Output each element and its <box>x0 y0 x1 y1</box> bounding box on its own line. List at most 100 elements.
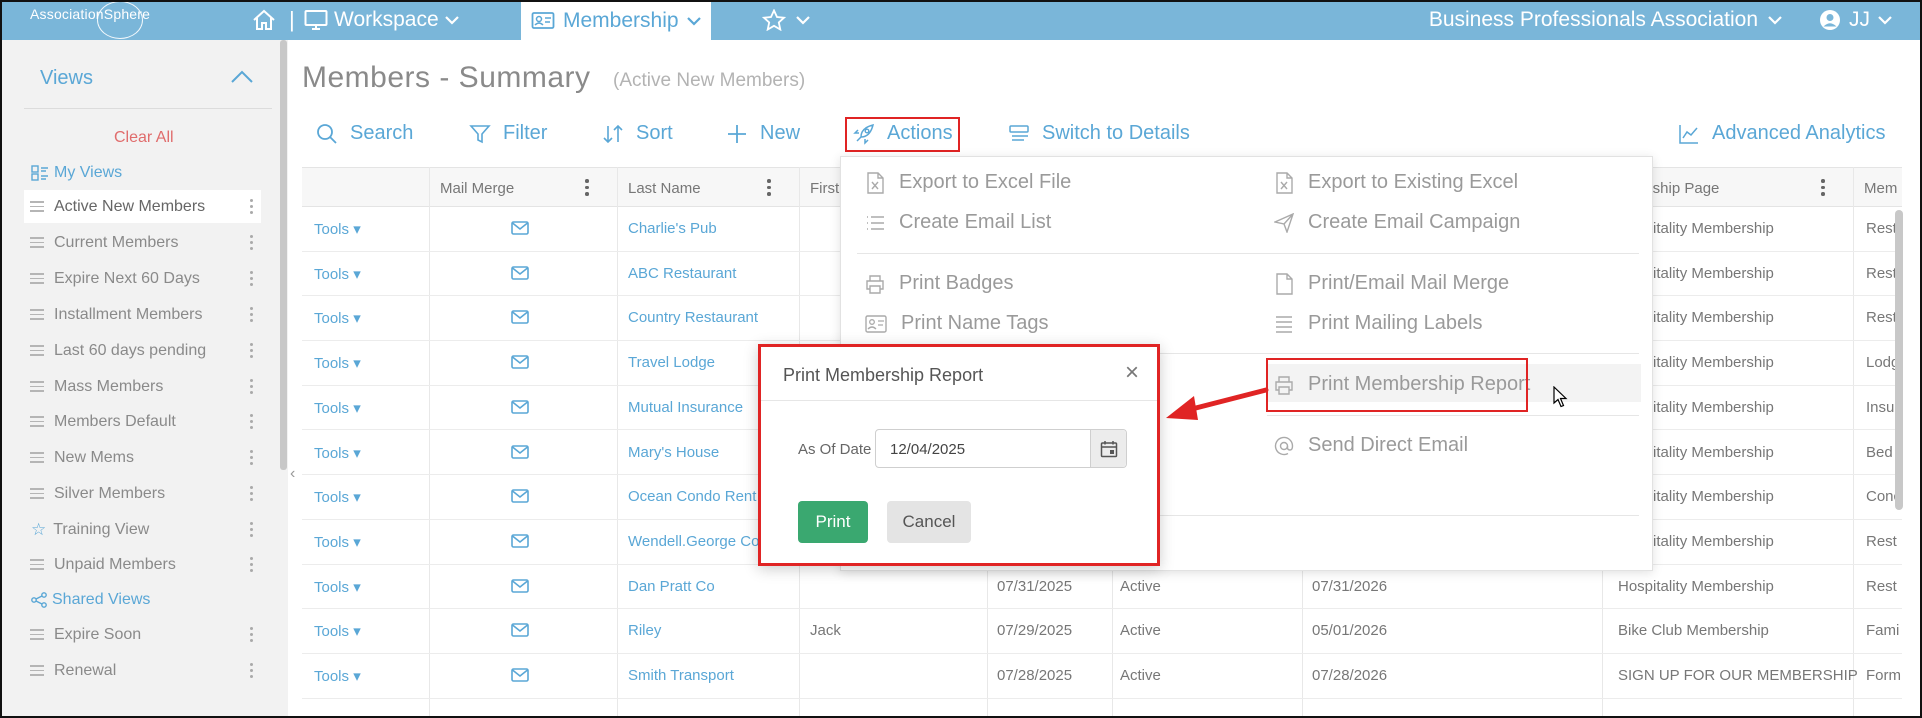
more-options-icon[interactable] <box>250 343 253 358</box>
menu-print-email-mail-merge[interactable]: Print/Email Mail Merge <box>1274 272 1509 295</box>
tools-dropdown[interactable]: Tools ▾ <box>314 622 361 640</box>
switch-to-details-button[interactable]: Switch to Details <box>1008 122 1190 145</box>
collapse-sidebar-icon[interactable]: ‹ <box>290 465 295 483</box>
view-item-silver-members[interactable]: Silver Members <box>24 477 261 510</box>
mail-icon[interactable] <box>511 399 529 414</box>
menu-create-email-list[interactable]: Create Email List <box>865 211 1051 234</box>
print-button[interactable]: Print <box>798 501 868 543</box>
as-of-date-field[interactable]: 12/04/2025 <box>875 429 1127 468</box>
view-item-renewal[interactable]: Renewal <box>24 654 261 687</box>
search-button[interactable]: Search <box>316 122 413 145</box>
tools-dropdown[interactable]: Tools ▾ <box>314 578 361 596</box>
col-mail-merge[interactable]: Mail Merge <box>440 180 514 197</box>
table-scrollbar[interactable] <box>1895 210 1903 510</box>
last-name-link[interactable]: Ocean Condo Rent <box>628 488 756 505</box>
last-name-link[interactable]: Wendell.George Co <box>628 533 759 550</box>
tools-dropdown[interactable]: Tools ▾ <box>314 444 361 462</box>
menu-export-existing-excel[interactable]: Export to Existing Excel <box>1274 171 1518 194</box>
tools-dropdown[interactable]: Tools ▾ <box>314 399 361 417</box>
view-item-active-new-members[interactable]: Active New Members <box>24 190 261 223</box>
membership-tab[interactable]: Membership <box>521 2 711 40</box>
col-first-name[interactable]: First <box>810 180 839 197</box>
advanced-analytics-button[interactable]: Advanced Analytics <box>1678 122 1885 145</box>
drag-handle-icon[interactable] <box>30 452 44 463</box>
more-options-icon[interactable] <box>250 307 253 322</box>
view-item-unpaid-members[interactable]: Unpaid Members <box>24 548 261 581</box>
drag-handle-icon[interactable] <box>30 629 44 640</box>
mail-icon[interactable] <box>511 444 529 459</box>
workspace-menu[interactable]: Workspace <box>304 0 459 40</box>
clear-all-link[interactable]: Clear All <box>114 129 174 147</box>
mail-icon[interactable] <box>511 534 529 548</box>
drag-handle-icon[interactable] <box>30 381 44 392</box>
view-item-expire-next-60-days[interactable]: Expire Next 60 Days <box>24 262 261 295</box>
view-item-training-view[interactable]: ☆ Training View <box>24 513 261 546</box>
mail-icon[interactable] <box>511 489 529 503</box>
menu-print-badges[interactable]: Print Badges <box>865 272 1014 295</box>
sidebar-scrollbar[interactable] <box>280 40 287 470</box>
last-name-link[interactable]: Riley <box>628 622 661 639</box>
user-menu[interactable]: JJ <box>1819 0 1892 40</box>
last-name-link[interactable]: ABC Restaurant <box>628 265 736 282</box>
tools-dropdown[interactable]: Tools ▾ <box>314 488 361 506</box>
view-item-last-60-days-pending[interactable]: Last 60 days pending <box>24 334 261 367</box>
tools-dropdown[interactable]: Tools ▾ <box>314 220 361 238</box>
more-options-icon[interactable] <box>250 522 253 537</box>
column-menu-icon[interactable] <box>1821 179 1825 196</box>
views-header[interactable]: Views <box>40 67 93 90</box>
drag-handle-icon[interactable] <box>30 559 44 570</box>
shared-views-group[interactable]: Shared Views <box>31 591 150 609</box>
tools-dropdown[interactable]: Tools ▾ <box>314 354 361 372</box>
menu-create-email-campaign[interactable]: Create Email Campaign <box>1274 211 1520 234</box>
chevron-up-icon[interactable] <box>231 70 253 84</box>
drag-handle-icon[interactable] <box>30 237 44 248</box>
close-icon[interactable]: × <box>1125 361 1139 385</box>
last-name-link[interactable]: Mutual Insurance <box>628 399 743 416</box>
view-item-members-default[interactable]: Members Default <box>24 405 261 438</box>
my-views-group[interactable]: My Views <box>31 164 122 182</box>
more-options-icon[interactable] <box>250 271 253 286</box>
filter-button[interactable]: Filter <box>469 122 547 145</box>
menu-print-name-tags[interactable]: Print Name Tags <box>865 312 1048 335</box>
view-item-expire-soon[interactable]: Expire Soon <box>24 618 261 651</box>
more-options-icon[interactable] <box>250 557 253 572</box>
column-menu-icon[interactable] <box>585 179 589 196</box>
table-row[interactable]: Tools ▾ Smith Transport 07/28/2025 Activ… <box>302 654 1902 699</box>
mail-icon[interactable] <box>511 355 529 369</box>
drag-handle-icon[interactable] <box>30 416 44 427</box>
view-item-current-members[interactable]: Current Members <box>24 226 261 259</box>
last-name-link[interactable]: Smith Transport <box>628 667 734 684</box>
mail-icon[interactable] <box>511 310 529 325</box>
mail-icon[interactable] <box>511 578 529 593</box>
last-name-link[interactable]: Country Restaurant <box>628 309 758 326</box>
table-row[interactable]: Tools ▾ Riley Jack 07/29/2025 Active 05/… <box>302 609 1902 654</box>
menu-export-excel[interactable]: Export to Excel File <box>865 171 1071 194</box>
tools-dropdown[interactable]: Tools ▾ <box>314 265 361 283</box>
view-item-new-mems[interactable]: New Mems <box>24 441 261 474</box>
drag-handle-icon[interactable] <box>30 273 44 284</box>
as-of-date-value[interactable]: 12/04/2025 <box>890 441 965 458</box>
more-options-icon[interactable] <box>250 414 253 429</box>
more-options-icon[interactable] <box>250 199 253 214</box>
mail-icon[interactable] <box>511 668 529 682</box>
more-options-icon[interactable] <box>250 663 253 678</box>
organization-menu[interactable]: Business Professionals Association <box>1429 0 1782 40</box>
drag-handle-icon[interactable] <box>30 309 44 320</box>
more-options-icon[interactable] <box>250 379 253 394</box>
last-name-link[interactable]: Travel Lodge <box>628 354 715 371</box>
star-icon[interactable]: ☆ <box>31 520 46 540</box>
last-name-link[interactable]: Charlie's Pub <box>628 220 717 237</box>
tools-dropdown[interactable]: Tools ▾ <box>314 667 361 685</box>
mail-icon[interactable] <box>511 265 529 280</box>
tools-dropdown[interactable]: Tools ▾ <box>314 533 361 551</box>
drag-handle-icon[interactable] <box>30 201 44 212</box>
tools-dropdown[interactable]: Tools ▾ <box>314 309 361 327</box>
favorites-menu[interactable] <box>762 0 810 40</box>
sort-button[interactable]: Sort <box>602 122 673 145</box>
last-name-link[interactable]: Dan Pratt Co <box>628 578 715 595</box>
col-last-name[interactable]: Last Name <box>628 180 701 197</box>
mail-icon[interactable] <box>511 623 529 638</box>
column-menu-icon[interactable] <box>767 179 771 196</box>
mail-icon[interactable] <box>511 221 529 235</box>
app-logo[interactable]: AssociationSphere <box>30 1 150 39</box>
